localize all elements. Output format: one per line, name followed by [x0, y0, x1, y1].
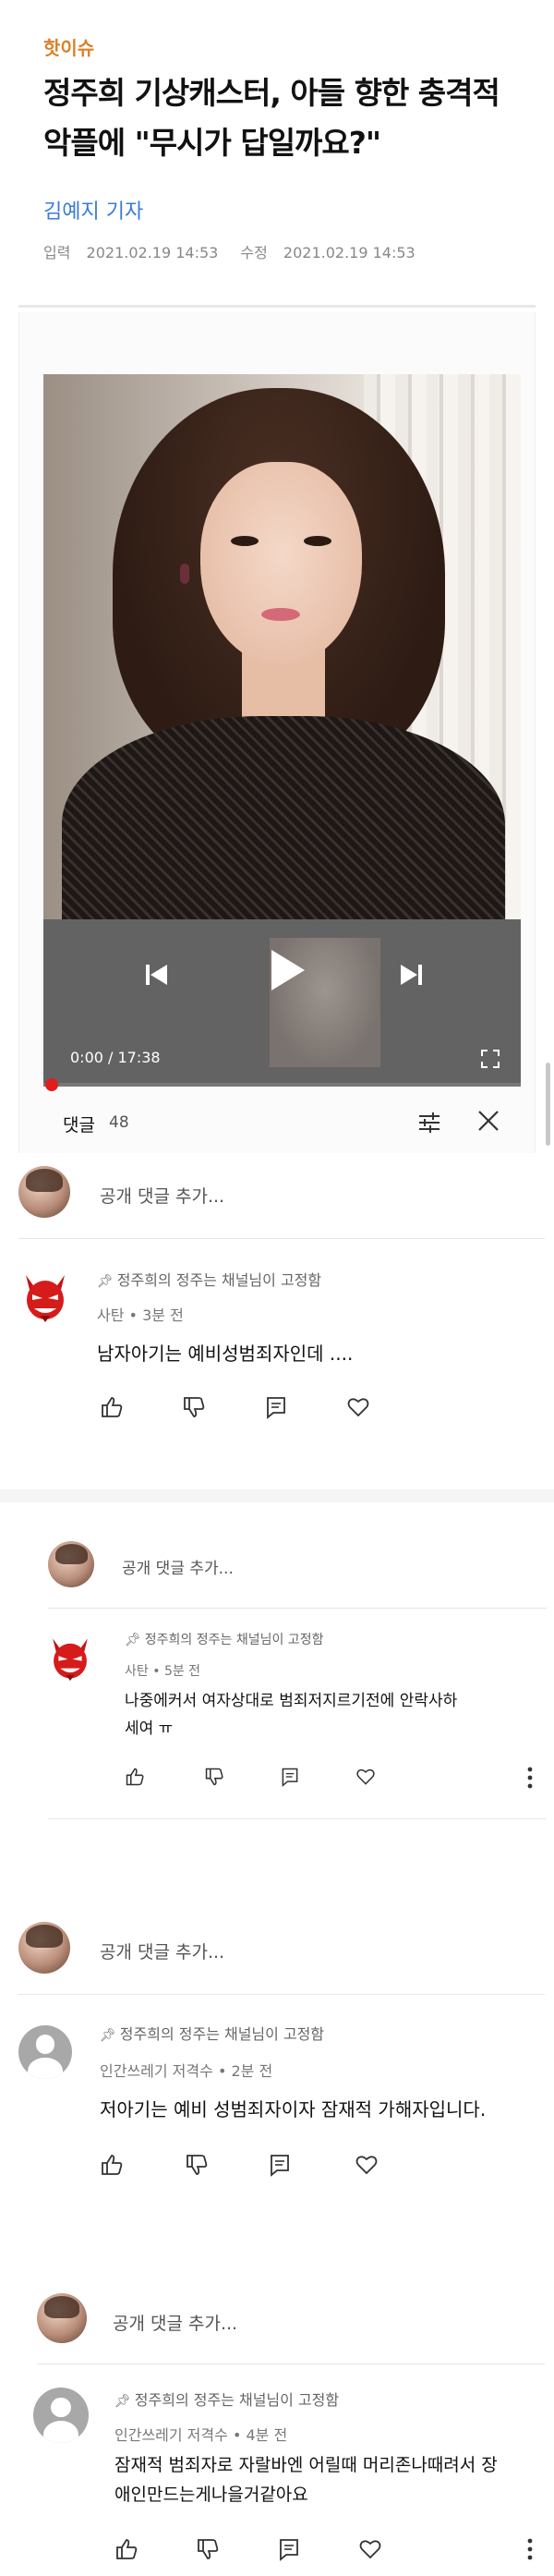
close-icon[interactable]: [475, 1107, 502, 1135]
comment-meta: 사탄 • 5분 전: [125, 1664, 201, 1679]
pin-icon: 📌︎: [97, 1274, 114, 1289]
scrollbar[interactable]: [546, 1063, 550, 1146]
divider: [18, 1994, 545, 1995]
next-icon[interactable]: [392, 956, 429, 993]
add-comment-input[interactable]: 공개 댓글 추가...: [100, 1938, 224, 1963]
comment-meta: 인간쓰레기 저격수 • 4분 전: [114, 2426, 288, 2444]
my-avatar: [37, 2293, 87, 2343]
heart-icon[interactable]: [358, 2537, 382, 2561]
pin-icon: 📌︎: [100, 2028, 116, 2043]
devil-avatar-icon[interactable]: [18, 1270, 72, 1323]
pin-icon: 📌︎: [114, 2394, 131, 2409]
comment-author[interactable]: 사탄: [97, 1306, 124, 1324]
divider: [48, 1818, 547, 1819]
comment-meta: 사탄 • 3분 전: [97, 1306, 184, 1324]
dislike-icon[interactable]: [196, 2537, 220, 2561]
comment-time: 2분 전: [231, 2062, 273, 2080]
comment-text: 남자아기는 예비성범죄자인데 ....: [97, 1343, 354, 1365]
divider: [18, 1238, 545, 1239]
comments-label: 댓글: [63, 1115, 95, 1136]
comment-author[interactable]: 인간쓰레기 저격수: [100, 2062, 213, 2080]
more-options-icon[interactable]: [525, 2536, 535, 2562]
video-progress-bar[interactable]: [43, 1083, 521, 1087]
edit-date: 수정 2021.02.19 14:53: [240, 244, 416, 261]
comment-time: 4분 전: [246, 2426, 288, 2444]
reply-icon[interactable]: [280, 1767, 300, 1787]
like-icon[interactable]: [100, 1395, 124, 1419]
pinned-label: 📌︎ 정주희의 정주는 채널님이 고정함: [97, 1271, 322, 1289]
default-user-icon[interactable]: [18, 2025, 72, 2079]
article-dates: 입력 2021.02.19 14:53 수정 2021.02.19 14:53: [43, 240, 438, 262]
video-thumbnail-photo[interactable]: [43, 374, 521, 919]
my-avatar: [18, 1166, 70, 1218]
comment-time: 5분 전: [163, 1664, 201, 1679]
comment-text: 잠재적 범죄자로 자랄바엔 어릴때 머리존나때려서 장 애인만드는게나을거같아요: [114, 2455, 498, 2505]
dislike-icon[interactable]: [182, 1395, 206, 1419]
heart-icon[interactable]: [355, 1767, 376, 1787]
my-avatar: [18, 1922, 70, 1974]
reply-icon[interactable]: [268, 2153, 292, 2177]
divider: [37, 2363, 545, 2364]
previous-icon[interactable]: [138, 956, 175, 993]
comment-text: 나중에커서 여자상대로 범죄저지르기전에 안락사하 세여 ㅠ: [125, 1692, 458, 1738]
add-comment-input[interactable]: 공개 댓글 추가...: [113, 2310, 237, 2335]
play-icon[interactable]: [257, 942, 312, 998]
heart-icon[interactable]: [346, 1395, 370, 1419]
pin-icon: 📌︎: [125, 1633, 141, 1647]
video-time: 0:00 / 17:38: [70, 1049, 161, 1066]
my-avatar: [48, 1541, 94, 1587]
screenshot-separator: [0, 1489, 554, 1502]
like-icon[interactable]: [125, 1767, 145, 1787]
comment-text: 저아기는 예비 성범죄자이자 잠재적 가해자입니다.: [100, 2098, 487, 2120]
input-date: 입력 2021.02.19 14:53: [43, 244, 219, 261]
pinned-label: 📌︎ 정주희의 정주는 채널님이 고정함: [100, 2025, 325, 2043]
reply-icon[interactable]: [264, 1395, 288, 1419]
comment-author[interactable]: 사탄: [125, 1664, 149, 1679]
divider: [48, 1608, 547, 1609]
more-options-icon[interactable]: [525, 1765, 535, 1791]
comment-meta: 인간쓰레기 저격수 • 2분 전: [100, 2062, 273, 2080]
header-divider: [18, 305, 536, 308]
pinned-label: 📌︎ 정주희의 정주는 채널님이 고정함: [114, 2391, 340, 2409]
reply-icon[interactable]: [277, 2537, 301, 2561]
video-scrubber[interactable]: [45, 1078, 58, 1091]
comment-time: 3분 전: [142, 1306, 184, 1324]
devil-avatar-icon[interactable]: [46, 1634, 94, 1682]
fullscreen-icon[interactable]: [480, 1049, 500, 1069]
dislike-icon[interactable]: [185, 2153, 209, 2177]
sort-icon[interactable]: [416, 1109, 443, 1136]
default-user-icon[interactable]: [33, 2388, 89, 2443]
dislike-icon[interactable]: [204, 1767, 224, 1787]
like-icon[interactable]: [100, 2153, 124, 2177]
heart-icon[interactable]: [355, 2153, 379, 2177]
comments-count: 48: [109, 1113, 129, 1132]
article-category[interactable]: 핫이슈: [43, 33, 94, 60]
comment-author[interactable]: 인간쓰레기 저격수: [114, 2426, 228, 2444]
pinned-label: 📌︎ 정주희의 정주는 채널님이 고정함: [125, 1633, 324, 1647]
article-headline: 정주희 기상캐스터, 아들 향한 충격적 악플에 "무시가 답일까요?": [43, 75, 500, 161]
like-icon[interactable]: [114, 2537, 138, 2561]
add-comment-input[interactable]: 공개 댓글 추가...: [100, 1183, 224, 1208]
reporter-name[interactable]: 김예지 기자: [43, 195, 143, 225]
add-comment-input[interactable]: 공개 댓글 추가...: [122, 1555, 234, 1578]
